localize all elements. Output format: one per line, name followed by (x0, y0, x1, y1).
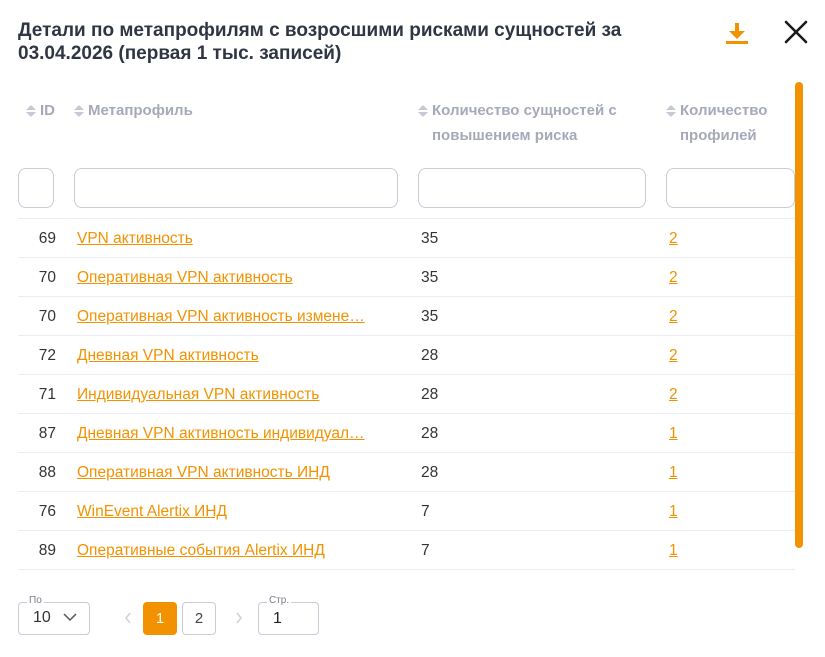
metaprofile-link[interactable]: Дневная VPN активность индивидуал… (77, 414, 377, 453)
profile-count-link[interactable]: 1 (669, 492, 729, 531)
page-button-2[interactable]: 2 (182, 602, 216, 635)
page-size-label: По (27, 595, 44, 607)
row-divider (18, 569, 795, 570)
metaprofile-link[interactable]: Дневная VPN активность (77, 336, 377, 375)
cell-entity-count: 35 (421, 269, 439, 286)
profile-count-link[interactable]: 1 (669, 414, 729, 453)
cell-entity-count: 7 (421, 542, 430, 559)
column-header-id[interactable]: ID (26, 98, 55, 123)
sort-icon (666, 105, 676, 117)
cell-id: 88 (38, 464, 56, 481)
vertical-scrollbar[interactable] (795, 82, 803, 548)
metaprofile-link[interactable]: Оперативная VPN активность измене… (77, 297, 377, 336)
cell-id: 70 (38, 269, 56, 286)
column-header-label: Количество профилей (680, 102, 768, 144)
metaprofile-link[interactable]: Оперативная VPN активность (77, 258, 377, 297)
cell-id: 76 (38, 503, 56, 520)
column-header-label: Количество сущностей с повышением риска (432, 102, 617, 144)
next-page-icon[interactable] (234, 610, 244, 626)
prev-page-icon[interactable] (123, 610, 133, 626)
filter-input-metaprofile[interactable] (74, 168, 398, 208)
table-row: 89 Оперативные события Alertix ИНД 7 1 (18, 531, 795, 570)
page-input-label: Стр. (267, 595, 292, 607)
download-icon (726, 23, 748, 44)
table-row: 71 Индивидуальная VPN активность 28 2 (18, 375, 795, 414)
metaprofile-link[interactable]: Индивидуальная VPN активность (77, 375, 377, 414)
page-size-value: 10 (33, 609, 51, 626)
page-number-input[interactable]: Стр. 1 (258, 595, 319, 635)
cell-id: 89 (38, 542, 56, 559)
close-icon (784, 20, 808, 44)
cell-id: 69 (38, 230, 56, 247)
column-header-profile-count[interactable]: Количество профилей (666, 98, 794, 148)
profile-count-link[interactable]: 1 (669, 453, 729, 492)
filter-input-id[interactable] (18, 168, 54, 208)
table-row: 70 Оперативная VPN активность 35 2 (18, 258, 795, 297)
table-row: 70 Оперативная VPN активность измене… 35 2 (18, 297, 795, 336)
cell-entity-count: 28 (421, 425, 439, 442)
table-row: 88 Оперативная VPN активность ИНД 28 1 (18, 453, 795, 492)
chevron-down-icon (63, 613, 77, 622)
cell-id: 87 (38, 425, 56, 442)
cell-entity-count: 28 (421, 347, 439, 364)
table-row: 69 VPN активность 35 2 (18, 219, 795, 258)
metaprofile-link[interactable]: WinEvent Alertix ИНД (77, 492, 377, 531)
table-header: ID Метапрофиль Количество сущностей с по… (18, 98, 795, 152)
profile-count-link[interactable]: 2 (669, 219, 729, 258)
cell-entity-count: 28 (421, 464, 439, 481)
download-button[interactable] (724, 20, 750, 46)
filter-input-profile-count[interactable] (666, 168, 795, 208)
profile-count-link[interactable]: 2 (669, 258, 729, 297)
page-button-1[interactable]: 1 (143, 602, 177, 635)
sort-icon (418, 105, 428, 117)
sort-icon (26, 105, 36, 117)
sort-icon (74, 105, 84, 117)
column-header-label: ID (40, 102, 55, 119)
profile-count-link[interactable]: 2 (669, 336, 729, 375)
cell-entity-count: 35 (421, 230, 439, 247)
cell-entity-count: 35 (421, 308, 439, 325)
profile-count-link[interactable]: 2 (669, 297, 729, 336)
metaprofile-link[interactable]: Оперативные события Alertix ИНД (77, 531, 377, 570)
metaprofile-link[interactable]: VPN активность (77, 219, 377, 258)
cell-id: 72 (38, 347, 56, 364)
table-row: 72 Дневная VPN активность 28 2 (18, 336, 795, 375)
column-header-label: Метапрофиль (88, 102, 193, 119)
column-header-metaprofile[interactable]: Метапрофиль (74, 98, 193, 123)
cell-id: 71 (38, 386, 56, 403)
dialog-title: Детали по метапрофилям с возросшими риск… (18, 20, 622, 64)
page-size-select[interactable]: По 10 (18, 595, 90, 635)
column-header-entity-count[interactable]: Количество сущностей с повышением риска (418, 98, 638, 148)
page-input-value: 1 (273, 610, 282, 627)
cell-id: 70 (38, 308, 56, 325)
metaprofile-link[interactable]: Оперативная VPN активность ИНД (77, 453, 377, 492)
table-row: 76 WinEvent Alertix ИНД 7 1 (18, 492, 795, 531)
cell-entity-count: 28 (421, 386, 439, 403)
profile-count-link[interactable]: 1 (669, 531, 729, 570)
filter-input-entity-count[interactable] (418, 168, 646, 208)
profile-count-link[interactable]: 2 (669, 375, 729, 414)
cell-entity-count: 7 (421, 503, 430, 520)
close-button[interactable] (783, 19, 809, 45)
table-row: 87 Дневная VPN активность индивидуал… 28 1 (18, 414, 795, 453)
